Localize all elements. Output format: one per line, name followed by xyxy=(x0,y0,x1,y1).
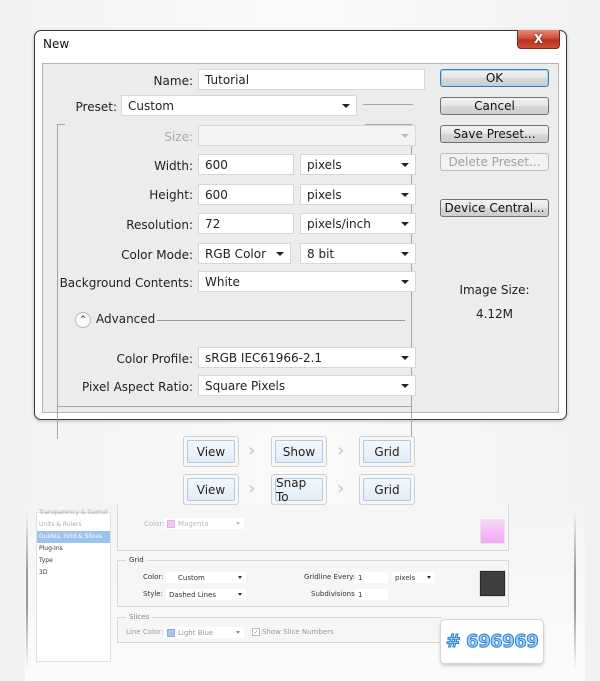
chevron-down-icon xyxy=(238,593,242,596)
breadcrumb-item[interactable]: Snap To xyxy=(271,474,327,505)
chevron-down-icon xyxy=(276,251,284,256)
chevron-down-icon xyxy=(238,576,242,579)
list-item[interactable]: Transparency & Gamut xyxy=(37,507,110,519)
breadcrumb-item[interactable]: Grid xyxy=(359,474,415,505)
checkmark-icon: ✓ xyxy=(252,628,260,636)
resolution-input[interactable]: 72 xyxy=(198,213,294,234)
chevron-down-icon xyxy=(401,221,409,226)
chevron-down-icon xyxy=(427,576,431,579)
chevron-down-icon xyxy=(401,251,409,256)
breadcrumb-item[interactable]: View xyxy=(183,474,239,505)
bit-depth-select[interactable]: 8 bit xyxy=(300,243,416,264)
image-size-value: 4.12M xyxy=(475,307,514,321)
size-label: Size: xyxy=(164,130,193,144)
chevron-down-icon xyxy=(401,162,409,167)
width-unit-select[interactable]: pixels xyxy=(300,154,416,175)
breadcrumb-item[interactable]: Show xyxy=(271,436,327,467)
resolution-unit-select[interactable]: pixels/inch xyxy=(300,213,416,234)
close-icon: X xyxy=(533,32,544,46)
grid-style-select[interactable]: Dashed Lines xyxy=(166,589,246,600)
device-central-button[interactable]: Device Central... xyxy=(440,199,549,217)
preset-value: Custom xyxy=(128,98,174,113)
new-document-dialog: New X Name: Tutorial Preset: Custom Size… xyxy=(34,30,567,439)
name-input[interactable]: Tutorial xyxy=(198,69,425,90)
breadcrumb-item[interactable]: Grid xyxy=(359,436,415,467)
subdivisions-input[interactable]: 1 xyxy=(355,589,388,600)
slice-line-color-label: Line Color: xyxy=(126,628,164,636)
preferences-category-list: Transparency & Gamut Units & Rulers Guid… xyxy=(36,509,111,662)
list-item[interactable]: Plug-Ins xyxy=(37,543,110,555)
color-profile-select[interactable]: sRGB IEC61966-2.1 xyxy=(198,347,416,368)
gridline-every-label: Gridline Every: xyxy=(304,573,356,581)
double-chevron-up-icon: ⌃ xyxy=(79,315,87,325)
hex-color-badge: # 696969 xyxy=(440,619,544,664)
background-contents-select[interactable]: White xyxy=(198,271,416,292)
slice-line-color-select[interactable]: Light Blue xyxy=(164,627,244,638)
image-size-label: Image Size: xyxy=(459,283,530,297)
chevron-right-icon: › xyxy=(337,440,345,461)
grid-color-swatch[interactable] xyxy=(480,571,505,596)
guides-color-swatch[interactable] xyxy=(480,519,505,544)
save-preset-button[interactable]: Save Preset... xyxy=(440,125,549,143)
delete-preset-button[interactable]: Delete Preset... xyxy=(440,153,549,171)
guides-panel: Color: Magenta xyxy=(117,505,509,551)
chevron-down-icon xyxy=(342,103,350,108)
name-label: Name: xyxy=(153,74,193,88)
color-profile-label: Color Profile: xyxy=(116,352,194,366)
preset-select[interactable]: Custom xyxy=(121,95,357,116)
slices-section-label: Slices xyxy=(126,613,153,621)
gridline-every-input[interactable]: 1 xyxy=(355,572,388,583)
color-mode-label: Color Mode: xyxy=(121,248,193,262)
chevron-down-icon xyxy=(236,522,240,525)
guides-color-select[interactable]: Magenta xyxy=(164,518,244,529)
dialog-body: Name: Tutorial Preset: Custom Size: Widt… xyxy=(42,63,559,439)
cancel-button[interactable]: Cancel xyxy=(440,97,549,115)
pixel-aspect-ratio-label: Pixel Aspect Ratio: xyxy=(82,380,193,394)
height-unit-select[interactable]: pixels xyxy=(300,184,416,205)
pixel-aspect-ratio-select[interactable]: Square Pixels xyxy=(198,375,416,396)
preset-label: Preset: xyxy=(75,100,117,114)
height-label: Height: xyxy=(149,188,193,202)
magenta-swatch xyxy=(167,519,175,528)
list-item[interactable]: Units & Rulers xyxy=(37,519,110,531)
chevron-right-icon: › xyxy=(248,478,256,499)
chevron-down-icon xyxy=(401,383,409,388)
width-label: Width: xyxy=(154,159,193,173)
width-input[interactable]: 600 xyxy=(198,154,294,175)
resolution-label: Resolution: xyxy=(126,218,193,232)
height-input[interactable]: 600 xyxy=(198,184,294,205)
breadcrumb-item[interactable]: View xyxy=(183,436,239,467)
chevron-down-icon xyxy=(401,279,409,284)
list-item[interactable]: Type xyxy=(37,555,110,567)
grid-style-label: Style: xyxy=(143,590,163,598)
chevron-down-icon xyxy=(401,355,409,360)
dialog-title: New xyxy=(43,37,70,51)
color-mode-select[interactable]: RGB Color xyxy=(198,243,291,264)
show-slice-numbers-checkbox[interactable]: ✓ Show Slice Numbers xyxy=(252,628,334,636)
advanced-label: Advanced xyxy=(96,312,156,326)
ok-button[interactable]: OK xyxy=(440,69,549,87)
grid-panel: Grid Color: Custom Style: Dashed Lines G… xyxy=(117,556,509,607)
chevron-right-icon: › xyxy=(337,478,345,499)
background-contents-label: Background Contents: xyxy=(59,276,193,290)
chevron-down-icon xyxy=(401,133,409,138)
list-item[interactable]: 3D xyxy=(37,567,110,579)
list-item[interactable]: Guides, Grid & Slices xyxy=(37,531,110,543)
light-blue-swatch xyxy=(167,628,175,637)
gridline-unit-select[interactable]: pixels xyxy=(392,572,435,583)
grid-color-label: Color: xyxy=(143,573,164,581)
advanced-divider xyxy=(157,320,405,321)
guides-color-label: Color: xyxy=(144,520,165,528)
subdivisions-label: Subdivisions: xyxy=(311,590,358,598)
grid-section-label: Grid xyxy=(126,556,147,564)
grid-color-select[interactable]: Custom xyxy=(166,572,246,583)
chevron-down-icon xyxy=(401,192,409,197)
chevron-right-icon: › xyxy=(248,440,256,461)
slices-panel: Slices Line Color: Light Blue ✓ Show Sli… xyxy=(117,613,442,643)
size-select[interactable] xyxy=(198,125,416,146)
advanced-toggle[interactable]: ⌃ xyxy=(75,312,91,328)
close-button[interactable]: X xyxy=(517,30,560,49)
chevron-down-icon xyxy=(236,631,240,634)
